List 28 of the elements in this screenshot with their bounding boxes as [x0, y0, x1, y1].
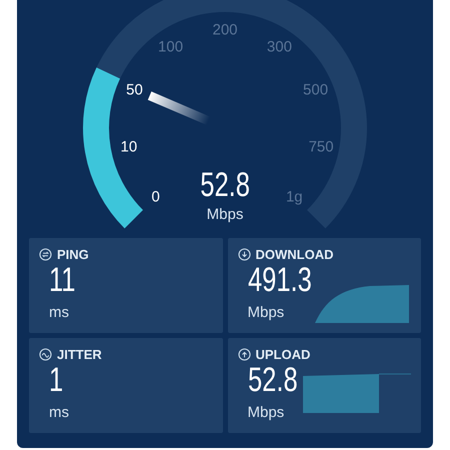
gauge-tick-label: 300 [266, 39, 292, 54]
speed-value: 52.8 [200, 168, 250, 202]
gauge-tick-label: 200 [212, 22, 238, 38]
gauge-tick-label: 500 [303, 82, 328, 98]
metric-label: PING [57, 248, 89, 261]
gauge-needle [148, 92, 210, 126]
gauge-tick-label: 750 [308, 140, 334, 155]
metric-value: 52.8 [248, 363, 298, 397]
upload-icon [238, 348, 250, 361]
metric-label: DOWNLOAD [256, 248, 334, 261]
metric-unit: ms [49, 305, 69, 320]
gauge-tick-label: 50 [126, 82, 143, 98]
ping-icon [39, 248, 52, 261]
metric-value: 1 [49, 363, 64, 397]
metric-value: 491.3 [248, 263, 312, 297]
metric-unit: Mbps [248, 305, 284, 320]
metric-unit: ms [49, 405, 69, 420]
gauge-tick-label: 0 [152, 190, 160, 205]
metric-label: UPLOAD [256, 348, 310, 361]
gauge-tick-label: 100 [158, 39, 184, 54]
metric-value: 11 [49, 263, 76, 297]
gauge-tick-label: 1g [286, 190, 303, 205]
metric-label: JITTER [57, 348, 102, 361]
speed-unit: Mbps [206, 207, 244, 222]
download-icon [238, 248, 250, 261]
gauge-tick-label: 10 [120, 140, 138, 155]
jitter-icon [39, 348, 52, 361]
metric-unit: Mbps [248, 405, 284, 420]
